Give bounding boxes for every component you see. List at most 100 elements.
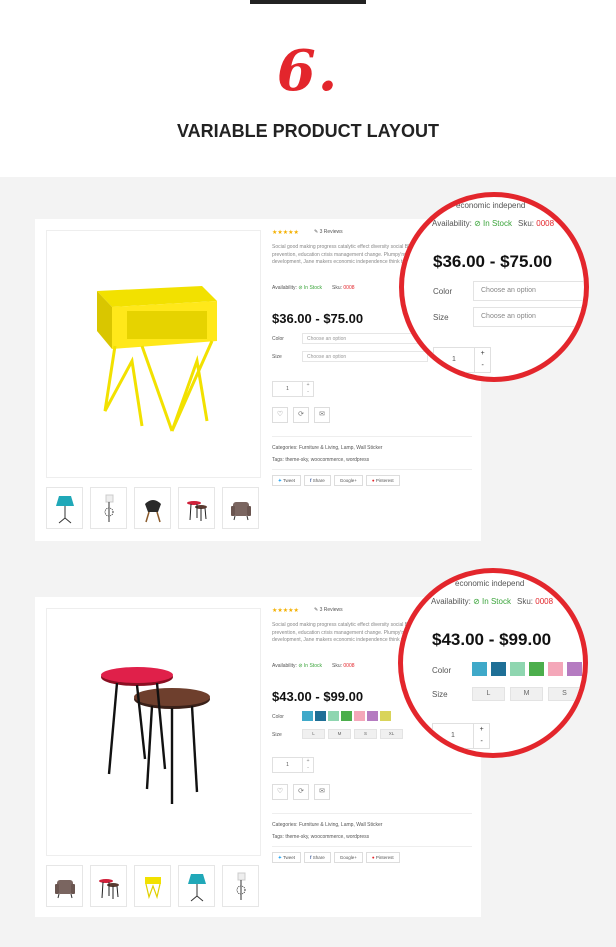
swatch-3[interactable] [328, 711, 339, 721]
availability-value: In Stock [303, 285, 322, 291]
reviews-link[interactable]: ✎ 3 Reviews [314, 607, 343, 615]
reviews-link[interactable]: ✎ 3 Reviews [314, 229, 343, 237]
size-label: Size [272, 354, 282, 360]
pinterest-label: Pinterest [375, 855, 394, 860]
divider [272, 846, 472, 847]
zoom-callout-2: economic independ Availability: ⊘ In Sto… [398, 568, 588, 758]
red-nesting-tables-icon [101, 667, 210, 804]
swatch-5[interactable] [354, 711, 365, 721]
price-range: $36.00 - $75.00 [272, 311, 364, 326]
quantity-stepper[interactable]: 1 + - [272, 381, 314, 397]
zoom-callout-1: economic independ Availability: ⊘ In Sto… [399, 192, 589, 382]
thumbnail-floor-lamp[interactable] [222, 865, 259, 907]
thumbnail-teal-lamp[interactable] [46, 487, 83, 529]
thumbnail-black-chair[interactable] [134, 487, 171, 529]
callout-quantity-stepper[interactable]: 1 + - [432, 723, 490, 749]
color-swatches [302, 711, 391, 721]
compare-icon[interactable]: ⟳ [293, 407, 309, 423]
email-icon[interactable]: ✉ [314, 784, 330, 800]
swatch-4[interactable] [341, 711, 352, 721]
thumbnail-red-tables[interactable] [90, 865, 127, 907]
quantity-stepper[interactable]: 1 + - [272, 757, 314, 773]
minus-icon[interactable]: - [475, 360, 490, 372]
callout-color-select[interactable]: Choose an option [473, 281, 584, 301]
plus-icon[interactable]: + [475, 348, 490, 360]
wishlist-heart-icon[interactable]: ♡ [272, 784, 288, 800]
sku-label: Sku: [332, 663, 343, 669]
swatch-4[interactable] [529, 662, 544, 676]
size-option-s[interactable]: S [354, 729, 377, 739]
facebook-share-button[interactable]: f Share [303, 852, 331, 863]
swatch-3[interactable] [510, 662, 525, 676]
minus-icon[interactable]: - [303, 765, 313, 772]
thumbnail-armchair[interactable] [46, 865, 83, 907]
tweet-button[interactable]: ✦ Tweet [272, 852, 301, 863]
thumbnail-floor-lamp[interactable] [90, 487, 127, 529]
tweet-button[interactable]: ✦ Tweet [272, 475, 301, 486]
plus-icon[interactable]: + [474, 724, 489, 736]
thumbnail-teal-lamp[interactable] [178, 865, 215, 907]
rating-stars: ★★★★★ [272, 230, 299, 236]
thumbnail-armchair[interactable] [222, 487, 259, 529]
swatch-2[interactable] [315, 711, 326, 721]
main-product-image[interactable] [46, 230, 261, 478]
size-option-m[interactable]: M [328, 729, 351, 739]
divider [272, 436, 472, 437]
rating-stars: ★★★★★ [272, 608, 299, 614]
minus-icon[interactable]: - [474, 736, 489, 748]
callout-quantity-stepper[interactable]: 1 + - [433, 347, 491, 373]
callout-sku-label: Sku: [518, 219, 535, 228]
main-product-image[interactable] [46, 608, 261, 856]
plus-icon[interactable]: + [303, 382, 313, 389]
callout-availability: Availability: ⊘ In Stock [431, 597, 511, 606]
share-label: Share [312, 478, 325, 483]
pinterest-button[interactable]: ● Pinterest [365, 852, 400, 863]
callout-size-label: Size [433, 313, 449, 322]
quantity-value: 1 [286, 762, 289, 768]
tweet-label: Tweet [282, 855, 295, 860]
swatch-1[interactable] [472, 662, 487, 676]
email-icon[interactable]: ✉ [314, 407, 330, 423]
color-label: Color [272, 714, 284, 720]
teal-lamp-icon [187, 874, 206, 902]
color-label: Color [272, 336, 284, 342]
google-plus-label: Google+ [339, 478, 357, 483]
callout-size-select[interactable]: Choose an option [473, 307, 584, 327]
minus-icon[interactable]: - [303, 389, 313, 396]
pinterest-button[interactable]: ● Pinterest [365, 475, 400, 486]
swatch-1[interactable] [302, 711, 313, 721]
swatch-7[interactable] [380, 711, 391, 721]
callout-size-label: Size [432, 690, 448, 699]
swatch-2[interactable] [491, 662, 506, 676]
compare-icon[interactable]: ⟳ [293, 784, 309, 800]
callout-sku-value: 0008 [535, 597, 554, 606]
callout-top-text: economic independ [455, 579, 525, 588]
size-option-l[interactable]: L [472, 687, 505, 701]
availability-value: In Stock [303, 663, 322, 669]
google-plus-button[interactable]: Google+ [333, 852, 363, 863]
swatch-6[interactable] [367, 711, 378, 721]
color-select[interactable]: Choose an option [302, 333, 428, 344]
sku-label: Sku: [332, 285, 343, 291]
categories: Categories: Furniture & Living, Lamp, Wa… [272, 445, 383, 451]
wishlist-heart-icon[interactable]: ♡ [272, 407, 288, 423]
thumbnail-red-tables[interactable] [178, 487, 215, 529]
swatch-5[interactable] [548, 662, 563, 676]
facebook-share-button[interactable]: f Share [303, 475, 331, 486]
size-option-s[interactable]: S [548, 687, 581, 701]
thumbnail-yellow-table[interactable] [134, 865, 171, 907]
google-plus-button[interactable]: Google+ [333, 475, 363, 486]
yellow-table-icon [144, 877, 161, 900]
swatch-6[interactable] [567, 662, 582, 676]
tags: Tags: theme-sky, woocommerce, wordpress [272, 834, 370, 840]
google-plus-label: Google+ [339, 855, 357, 860]
pinterest-label: Pinterest [375, 478, 394, 483]
size-select[interactable]: Choose an option [302, 351, 428, 362]
callout-color-label: Color [433, 287, 453, 296]
share-buttons: ✦ Tweet f Share Google+ ● Pinterest [272, 852, 400, 863]
size-option-m[interactable]: M [510, 687, 543, 701]
size-option-xl[interactable]: XL [380, 729, 403, 739]
sku: Sku: 0008 [332, 663, 355, 671]
plus-icon[interactable]: + [303, 758, 313, 765]
size-option-l[interactable]: L [302, 729, 325, 739]
